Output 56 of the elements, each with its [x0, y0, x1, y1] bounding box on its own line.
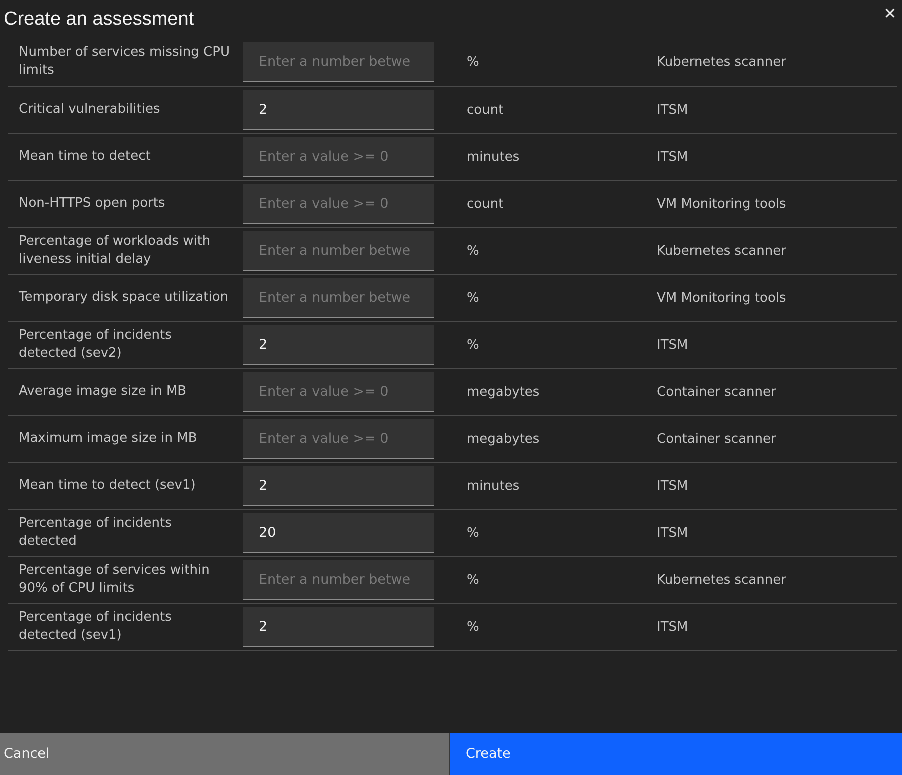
unit-label: count — [466, 196, 505, 212]
unit-label: % — [466, 244, 480, 258]
unit-label: count — [466, 102, 505, 118]
input-field[interactable]: 2 — [243, 466, 434, 506]
input-field[interactable]: 2 — [243, 90, 434, 130]
source-label: ITSM — [657, 526, 688, 540]
source-label: ITSM — [657, 338, 688, 352]
metric-label: Non-HTTPS open ports — [18, 195, 166, 213]
source-label: Kubernetes scanner — [657, 572, 786, 588]
input-field[interactable]: Enter a number betwe — [243, 42, 434, 82]
input-field[interactable]: Enter a number betwe — [243, 231, 434, 271]
input-field[interactable]: Enter a number betwe — [243, 560, 434, 600]
metric-label: Number of services missing CPU limits — [18, 44, 231, 80]
create-button[interactable]: Create — [450, 733, 902, 775]
metric-label: Average image size in MB — [18, 383, 188, 401]
metric-label: Percentage of workloads with liveness initial delay — [18, 233, 212, 269]
source-label: ITSM — [657, 150, 688, 164]
source-label: Container scanner — [657, 384, 776, 400]
unit-label: % — [466, 526, 480, 540]
input-field[interactable]: 2 — [243, 607, 434, 647]
unit-label: megabytes — [466, 432, 541, 446]
input-field[interactable]: Enter a value >= 0 — [243, 419, 434, 459]
source-label: Kubernetes scanner — [657, 244, 786, 258]
source-label: ITSM — [657, 478, 688, 494]
dialog-title: Create an assessment — [4, 8, 194, 32]
metric-label: Mean time to detect — [18, 148, 152, 166]
metric-label: Critical vulnerabilities — [18, 101, 162, 119]
unit-label: megabytes — [466, 384, 541, 400]
source-label: ITSM — [657, 620, 688, 634]
input-field[interactable]: Enter a value >= 0 — [243, 137, 434, 177]
unit-label: minutes — [466, 150, 521, 164]
input-field[interactable]: 2 — [243, 325, 434, 365]
input-field[interactable]: Enter a value >= 0 — [243, 184, 434, 224]
source-label: Kubernetes scanner — [657, 54, 786, 70]
input-field[interactable]: Enter a number betwe — [243, 278, 434, 318]
source-label: Container scanner — [657, 432, 776, 446]
unit-label: % — [466, 572, 480, 588]
source-label: ITSM — [657, 102, 688, 118]
source-label: VM Monitoring tools — [657, 290, 786, 306]
metric-label: Percentage of services within 90% of CPU limits — [18, 562, 211, 598]
close-button[interactable]: × — [878, 2, 902, 26]
metric-label: Percentage of incidents detected (sev2) — [18, 327, 173, 363]
unit-label: % — [466, 338, 480, 352]
cancel-button[interactable]: Cancel — [0, 733, 450, 775]
metric-label: Mean time to detect (sev1) — [18, 477, 197, 495]
metric-label: Percentage of incidents detected — [18, 515, 173, 551]
unit-label: minutes — [466, 478, 521, 494]
unit-label: % — [466, 54, 480, 70]
input-field[interactable]: 20 — [243, 513, 434, 553]
input-field[interactable]: Enter a value >= 0 — [243, 372, 434, 412]
metric-label: Percentage of incidents detected (sev1) — [18, 609, 173, 645]
source-label: VM Monitoring tools — [657, 196, 786, 212]
metric-label: Temporary disk space utilization — [18, 289, 230, 307]
metric-label: Maximum image size in MB — [18, 430, 198, 448]
unit-label: % — [466, 290, 480, 306]
unit-label: % — [466, 620, 480, 634]
